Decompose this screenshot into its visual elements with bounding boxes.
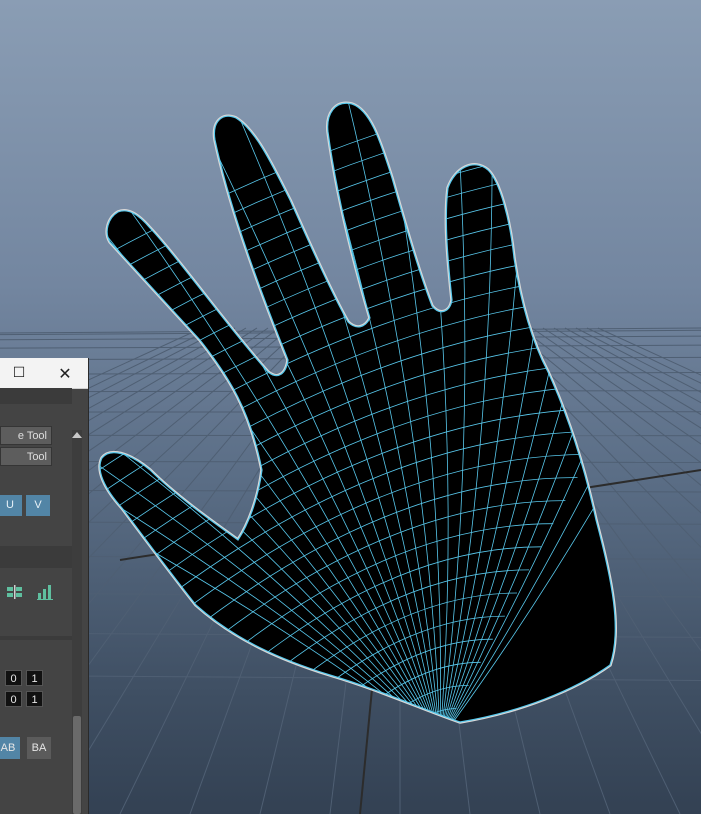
close-button[interactable]: ✕ [52,361,78,385]
3d-viewport[interactable] [0,0,701,814]
grid-line [597,327,701,376]
ba-button[interactable]: BA [27,737,51,759]
bar-chart-icon [37,585,53,600]
distribute-button[interactable] [5,582,25,602]
section-divider [0,546,72,568]
range-min-1[interactable]: 0 [5,670,22,686]
range-max-1[interactable]: 1 [26,670,43,686]
tool-field-1[interactable]: e Tool [0,426,52,445]
section-divider-2 [0,636,72,640]
ab-button[interactable]: AB [0,737,20,759]
u-button[interactable]: U [0,495,22,516]
maximize-icon: ☐ [12,365,26,381]
hand-surface[interactable] [100,103,616,723]
window-title-bar[interactable]: ☐ ✕ [0,358,88,389]
section-header [0,388,72,404]
uv-tool-window[interactable]: ☐ ✕ e Tool Tool U V 0 1 0 1 AB BA [0,358,89,814]
close-icon: ✕ [58,363,72,383]
viewport-scene[interactable] [0,0,701,814]
distribute-icon [7,585,22,599]
range-max-2[interactable]: 1 [26,691,43,707]
maximize-button[interactable]: ☐ [6,361,32,385]
scroll-up-arrow-icon[interactable] [72,432,82,438]
v-button[interactable]: V [26,495,50,516]
range-min-2[interactable]: 0 [5,691,22,707]
scrollbar[interactable] [72,430,82,814]
tool-field-2[interactable]: Tool [0,447,52,466]
bar-chart-button[interactable] [35,582,55,602]
scrollbar-thumb[interactable] [73,716,81,814]
